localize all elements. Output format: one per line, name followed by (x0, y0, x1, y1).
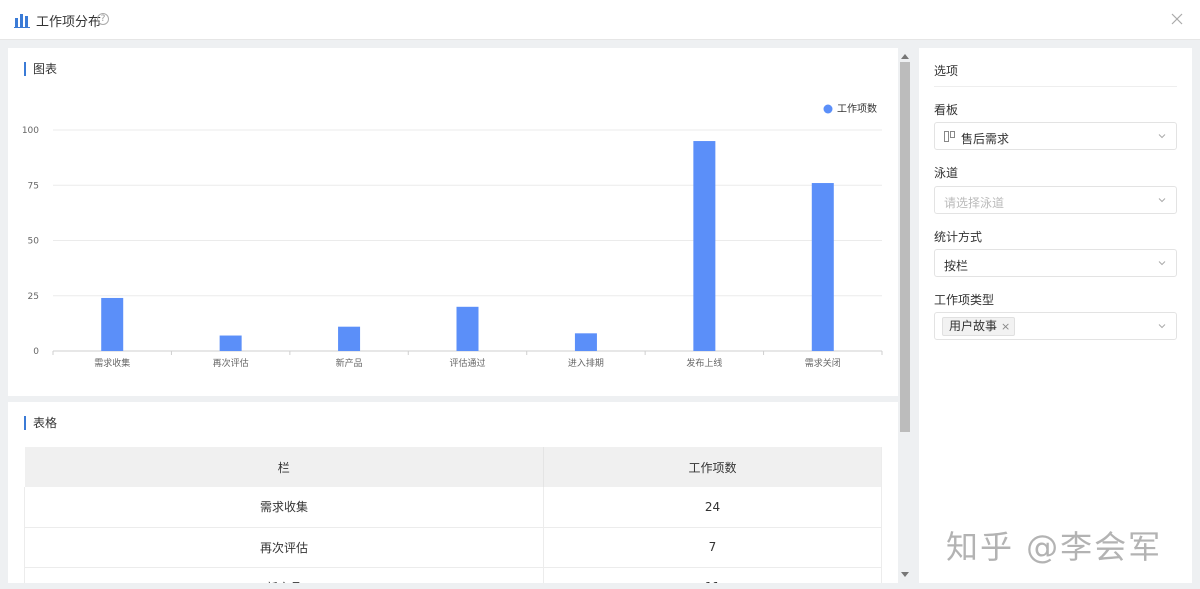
table-cell-lane: 需求收集 (24, 487, 544, 528)
y-tick-label: 100 (22, 126, 39, 136)
x-tick-label: 新产品 (336, 357, 363, 369)
table-cell-lane: 再次评估 (24, 527, 544, 568)
x-tick-label: 进入排期 (568, 357, 604, 369)
stat-method-label: 统计方式 (934, 230, 983, 244)
close-icon[interactable] (1170, 12, 1184, 26)
x-tick-label: 发布上线 (686, 357, 722, 369)
chevron-down-icon (1158, 261, 1166, 266)
lane-select-placeholder: 请选择泳道 (944, 196, 1005, 210)
help-icon[interactable]: ? (97, 13, 109, 25)
y-tick-label: 50 (28, 237, 40, 247)
options-title: 选项 (934, 64, 959, 78)
chevron-down-icon (1158, 134, 1166, 139)
scroll-up-arrow-icon[interactable] (901, 54, 909, 59)
board-label: 看板 (934, 103, 959, 117)
board-select[interactable]: 售后需求 (934, 122, 1177, 150)
chevron-down-icon (1158, 324, 1166, 329)
table-cell-count: 24 (543, 487, 882, 528)
stat-method-value: 按栏 (944, 259, 969, 273)
y-tick-label: 0 (33, 347, 39, 357)
stat-method-select[interactable]: 按栏 (934, 249, 1177, 277)
chart-card: 图表 0 25 50 75 100 需求收集 再次评估 新产品 评估通过 进入排期 发布上线 需求关闭… (8, 48, 898, 396)
work-item-type-tag: 用户故事 × (942, 317, 1016, 336)
table-cell-count: 11 (543, 567, 882, 583)
lane-label: 泳道 (934, 166, 959, 180)
x-tick-label: 评估通过 (449, 357, 485, 369)
options-panel: 选项 看板 售后需求 泳道 请选择泳道 统计方式 按栏 工作项类型 用户故事 × (919, 48, 1192, 583)
board-select-value: 售后需求 (961, 132, 1010, 146)
watermark: 知乎 @李会军 (946, 528, 1163, 566)
dialog-title: 工作项分布 (36, 15, 102, 30)
board-icon (944, 131, 955, 142)
y-tick-label: 75 (28, 181, 39, 191)
work-item-type-select[interactable]: 用户故事 × (934, 312, 1177, 340)
legend-marker (823, 104, 833, 114)
bar (574, 333, 597, 351)
bar-chart: 0 25 50 75 100 需求收集 再次评估 新产品 评估通过 进入排期 发布上线 需求关闭 工作项… (22, 102, 883, 369)
options-divider (934, 86, 1177, 87)
table-row: 新产品 11 (24, 567, 882, 583)
tag-remove-icon[interactable]: × (1001, 318, 1010, 335)
bar-chart-icon (14, 14, 30, 28)
table-cell-lane: 新产品 (24, 567, 544, 583)
x-tick-label: 再次评估 (213, 357, 249, 369)
y-tick-label: 25 (28, 292, 39, 302)
scroll-down-arrow-icon[interactable] (901, 572, 909, 577)
bar (693, 141, 716, 351)
column-header-lane: 栏 (24, 447, 544, 487)
bar (811, 183, 834, 351)
bar (219, 335, 242, 351)
lane-select[interactable]: 请选择泳道 (934, 186, 1177, 214)
table-row: 需求收集 24 (24, 487, 882, 528)
table-card: 表格 栏 工作项数 需求收集 24 再次评估 7 新产品 11 (8, 402, 898, 583)
scrollbar-thumb[interactable] (900, 62, 910, 432)
table-row: 再次评估 7 (24, 527, 882, 568)
x-tick-label: 需求关闭 (805, 357, 841, 369)
table-header-row: 栏 工作项数 (24, 447, 882, 487)
tag-label: 用户故事 (949, 319, 998, 333)
work-item-type-label: 工作项类型 (934, 293, 995, 307)
data-table: 栏 工作项数 需求收集 24 再次评估 7 新产品 11 (24, 447, 882, 583)
x-tick-label: 需求收集 (94, 357, 130, 369)
dialog-header: 工作项分布 ? (0, 0, 1200, 40)
content-scrollbar[interactable] (898, 54, 912, 582)
column-header-count: 工作项数 (543, 447, 882, 487)
bar (101, 297, 124, 351)
table-cell-count: 7 (543, 527, 882, 568)
report-content[interactable]: 图表 0 25 50 75 100 需求收集 再次评估 新产品 评估通过 进入排期 发布上线 需求关闭… (8, 48, 898, 583)
bar (456, 306, 479, 351)
chevron-down-icon (1158, 198, 1166, 203)
legend-label: 工作项数 (837, 102, 877, 115)
table-section-title: 表格 (24, 416, 57, 430)
bar (338, 326, 361, 351)
